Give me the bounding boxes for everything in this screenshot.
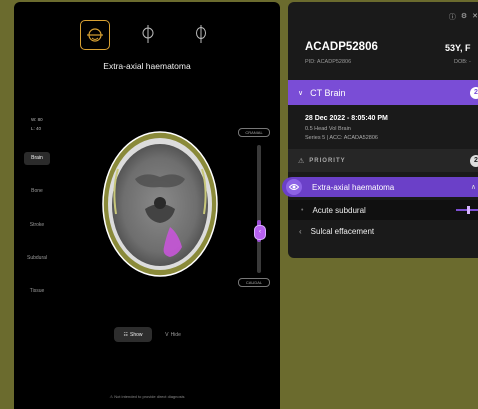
brain-view-tool[interactable] [80, 20, 110, 50]
study-series: Series 5 | ACC: ACADA52806 [305, 135, 378, 141]
bullet-icon: • [301, 206, 304, 214]
preset-tissue[interactable]: Tissue [24, 285, 50, 298]
case-panel: ⓘ ⚙ ✕ ACADP52806 53Y, F PID: ACADP52806 … [288, 2, 478, 258]
eye-off-icon: ᐯ [165, 331, 169, 338]
chevron-left-icon: ‹ [299, 226, 302, 236]
preset-bone[interactable]: Bone [24, 185, 50, 198]
head-sagittal-icon [142, 25, 154, 43]
study-date: 28 Dec 2022 - 8:05:40 PM [305, 115, 388, 122]
image-viewer: Extra-axial haematoma W: 80 L: 40 Brain … [14, 2, 280, 409]
head-axial-icon [87, 28, 103, 42]
finding-other-label: Sulcal effacement [310, 226, 375, 236]
ct-scan-image [102, 131, 218, 277]
preset-subdural[interactable]: Subdural [24, 252, 50, 265]
dob-line: DOB: - [454, 59, 471, 65]
warning-icon: ⚠ [298, 157, 305, 165]
caudal-label: CAUDAL [238, 278, 270, 287]
sagittal-view-tool[interactable] [134, 20, 162, 48]
cranial-label: CRANIAL [238, 128, 270, 137]
patient-age-sex: 53Y, F [445, 43, 471, 53]
priority-label: PRIORITY [309, 157, 346, 164]
chevron-down-icon: ∨ [298, 89, 304, 97]
eye-icon[interactable] [286, 179, 302, 195]
study-header[interactable]: ∨ CT Brain 2 [288, 80, 478, 105]
preset-stroke[interactable]: Stroke [24, 219, 50, 232]
eye-icon-graphic [289, 184, 299, 190]
slice-slider-knob[interactable]: ‹ [254, 225, 266, 240]
preset-brain[interactable]: Brain [24, 152, 50, 165]
study-description: 0.5 Head Vol Brain [305, 126, 351, 132]
hide-overlay-button[interactable]: ᐯ Hide [156, 327, 190, 342]
help-icon[interactable]: ⓘ [449, 12, 456, 22]
disclaimer-text: Not intended to provide direct diagnosis [114, 394, 185, 399]
head-coronal-icon [196, 25, 206, 43]
opacity-slider-knob[interactable] [467, 206, 470, 214]
finding-sub-label: Acute subdural [312, 205, 366, 215]
patient-id: ACADP52806 [305, 41, 378, 53]
close-icon[interactable]: ✕ [472, 12, 478, 22]
priority-header[interactable]: ⚠ PRIORITY 2 [288, 149, 478, 172]
priority-count-badge: 2 [470, 154, 478, 167]
view-title: Extra-axial haematoma [103, 61, 191, 71]
disclaimer: ⚠ Not intended to provide direct diagnos… [14, 394, 280, 399]
gear-icon[interactable]: ⚙ [461, 12, 467, 22]
chevron-up-icon: ∧ [470, 184, 476, 191]
study-name: CT Brain [310, 87, 346, 98]
pid-line: PID: ACADP52806 [305, 59, 352, 65]
eye-icon: ☷ [123, 331, 128, 338]
show-overlay-button[interactable]: ☷ Show [114, 327, 152, 342]
study-count-badge: 2 [470, 86, 478, 99]
slice-slider-track[interactable] [257, 145, 261, 273]
show-label: Show [129, 331, 143, 338]
hide-label: Hide [170, 331, 181, 338]
window-level: L: 40 [31, 126, 42, 131]
finding-main-label: Extra-axial haematoma [312, 182, 395, 192]
coronal-view-tool[interactable] [187, 20, 215, 48]
finding-sulcal-effacement[interactable]: ‹ Sulcal effacement [288, 221, 478, 241]
window-width: W: 80 [31, 117, 43, 122]
finding-extra-axial-haematoma[interactable]: Extra-axial haematoma ∧ [282, 177, 478, 197]
top-icons: ⓘ ⚙ ✕ [449, 12, 478, 22]
finding-acute-subdural[interactable]: • Acute subdural [288, 200, 478, 220]
